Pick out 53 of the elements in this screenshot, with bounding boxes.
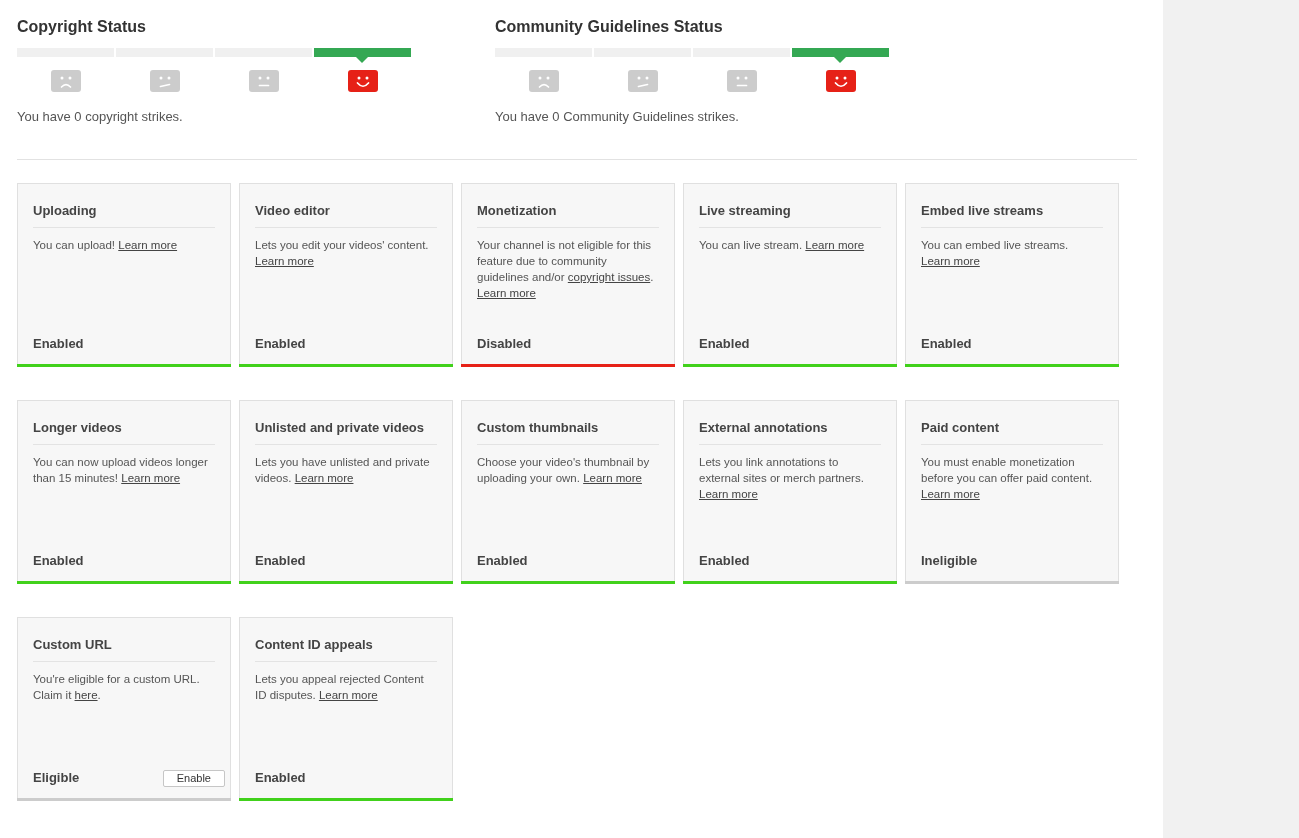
feature-status: Enabled: [255, 335, 306, 353]
text-link[interactable]: Learn more: [921, 488, 980, 500]
card-title: Paid content: [921, 419, 999, 437]
text-link[interactable]: Learn more: [477, 287, 536, 299]
feature-status: Eligible: [33, 769, 80, 787]
card-title: Longer videos: [33, 419, 122, 437]
card-title: Unlisted and private videos: [255, 419, 425, 437]
card-title: Video editor: [255, 202, 330, 220]
feature-status: Enabled: [699, 335, 750, 353]
card-title: Custom URL: [33, 636, 112, 654]
feature-status: Enabled: [477, 552, 528, 570]
text-link[interactable]: Learn more: [121, 472, 181, 484]
feature-status: Enabled: [255, 552, 306, 570]
card-title: Custom thumbnails: [477, 419, 599, 437]
card-title: External annotations: [699, 419, 828, 437]
card-description: You can now upload videos longer than 15 minutes! Learn more: [33, 455, 209, 486]
card-description: You can embed live streams. Learn more: [921, 238, 1070, 269]
card-description: You can live stream. Learn more: [699, 238, 866, 253]
feature-status: Ineligible: [921, 552, 978, 570]
card-title: Embed live streams: [921, 202, 1044, 220]
text-link[interactable]: Learn more: [294, 472, 354, 484]
feature-status: Enabled: [699, 552, 750, 570]
card-title: Live streaming: [699, 202, 791, 220]
card-description: Your channel is not eligible for this feature due to community guidelines and/or copyright issues. Learn more: [477, 238, 655, 301]
text-link[interactable]: Learn more: [583, 472, 642, 484]
text-link[interactable]: Learn more: [255, 255, 314, 267]
card-description: You're eligible for a custom URL. Claim it here.: [33, 672, 201, 703]
text-link[interactable]: Learn more: [921, 255, 980, 267]
text-link[interactable]: Learn more: [318, 689, 378, 701]
card-title: Uploading: [33, 202, 97, 220]
feature-status: Enabled: [255, 769, 306, 787]
card-title: Monetization: [477, 202, 557, 220]
card-description: You can upload! Learn more: [33, 238, 179, 253]
text-link[interactable]: Learn more: [805, 239, 865, 251]
feature-status: Enabled: [33, 335, 84, 353]
section-title: Community Guidelines Status: [495, 17, 723, 37]
card-description: You must enable monetization before you can offer paid content. Learn more: [921, 455, 1094, 502]
feature-status: Enabled: [33, 552, 84, 570]
text-link[interactable]: Learn more: [118, 239, 178, 251]
text-link[interactable]: here: [74, 689, 98, 701]
card-title: Content ID appeals: [255, 636, 373, 654]
strike-summary: You have 0 Community Guidelines strikes.: [495, 109, 739, 125]
strike-summary: You have 0 copyright strikes.: [17, 109, 183, 125]
enable-button[interactable]: Enable: [162, 769, 225, 787]
card-description: Lets you appeal rejected Content ID disputes. Learn more: [255, 672, 425, 703]
card-description: Lets you have unlisted and private videos. Learn more: [255, 455, 431, 486]
feature-status: Disabled: [477, 335, 532, 353]
card-description: Choose your video's thumbnail by uploading your own. Learn more: [477, 455, 651, 486]
section-title: Copyright Status: [17, 17, 146, 37]
card-description: Lets you edit your videos' content. Learn more: [255, 238, 430, 269]
text-link[interactable]: Learn more: [699, 488, 758, 500]
card-description: Lets you link annotations to external sites or merch partners. Learn more: [699, 455, 865, 502]
feature-status: Enabled: [921, 335, 972, 353]
